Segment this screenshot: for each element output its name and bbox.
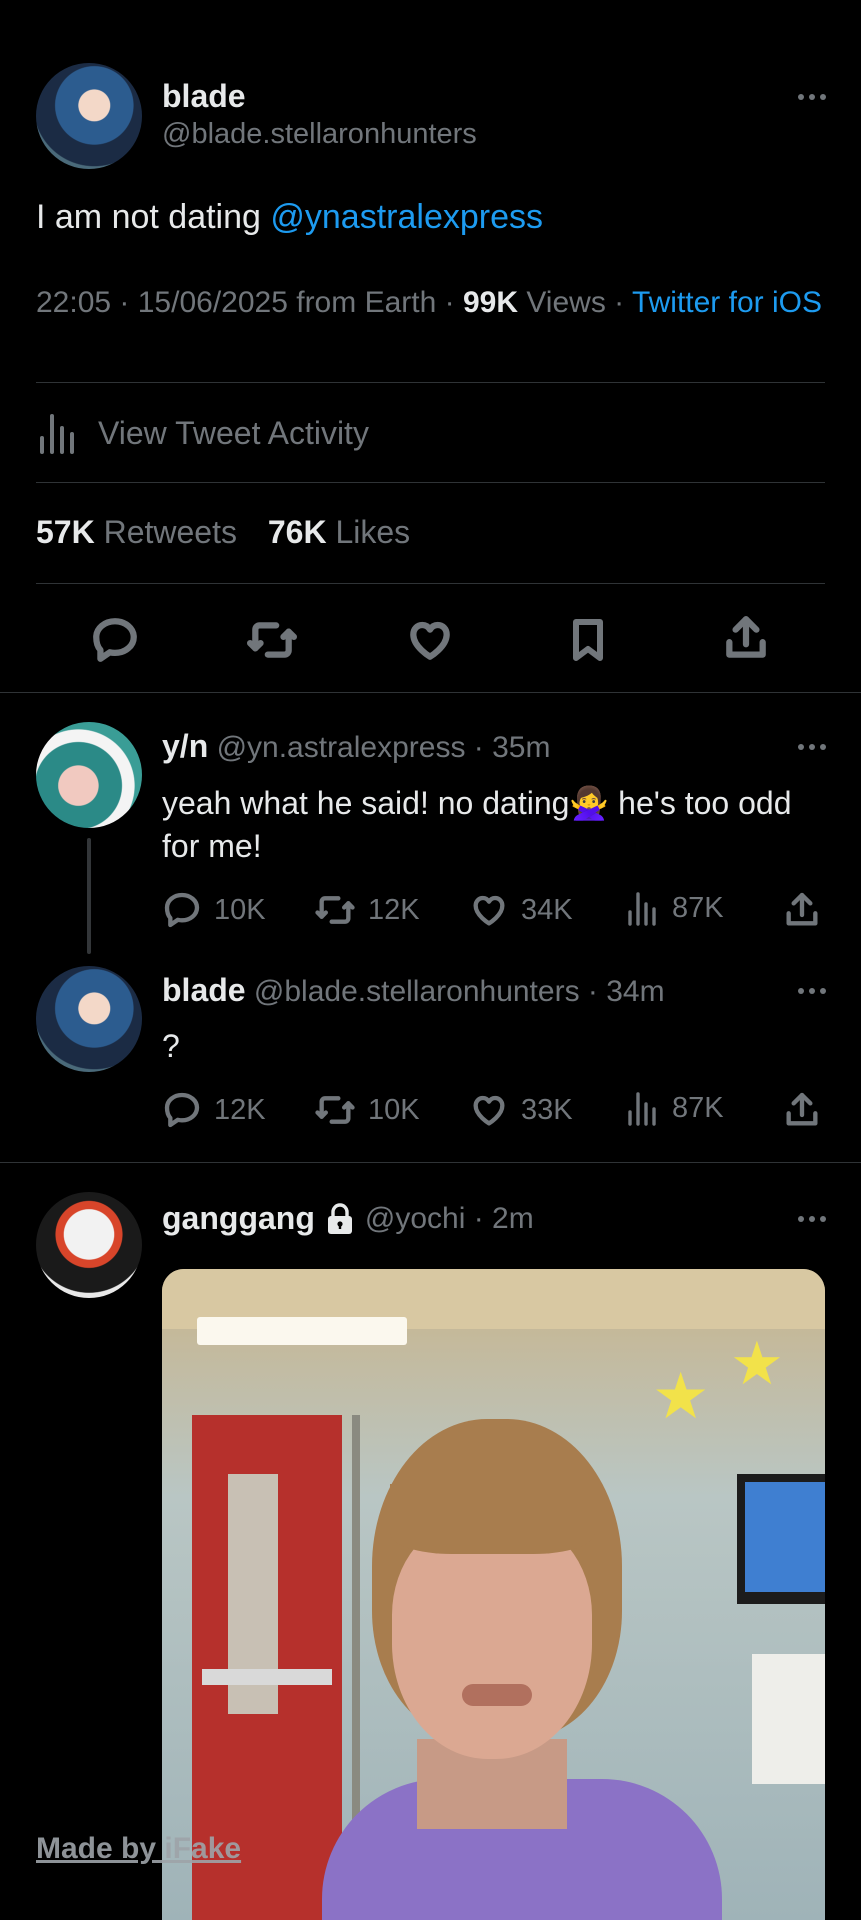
- retweet-icon[interactable]: [246, 615, 298, 665]
- handle-and-time[interactable]: @blade.stellaronhunters · 34m: [254, 975, 665, 1008]
- likes-count: 76K: [267, 514, 327, 550]
- engagement-counts: 57K Retweets 76K Likes: [36, 514, 410, 551]
- handle-and-time[interactable]: @yochi · 2m: [365, 1202, 534, 1236]
- reply-action[interactable]: 10K: [162, 890, 266, 930]
- tweet-text-body: I am not dating: [36, 198, 271, 236]
- divider: [36, 382, 825, 383]
- like-action[interactable]: 34K: [469, 890, 573, 930]
- more-options-icon[interactable]: [798, 988, 826, 994]
- reply-text: yeah what he said! no dating🙅‍♀️ he's to…: [162, 785, 792, 864]
- likes-stat[interactable]: 76K Likes: [268, 514, 410, 550]
- thread-line: [87, 838, 91, 954]
- analytics-icon: [628, 1092, 656, 1126]
- views-action[interactable]: 87K: [626, 1090, 724, 1126]
- handle[interactable]: @blade.stellaronhunters: [162, 118, 477, 151]
- like-count: 34K: [521, 893, 573, 926]
- share-icon: [786, 892, 818, 926]
- like-count: 33K: [521, 1093, 573, 1126]
- mention-link[interactable]: @ynastralexpress: [270, 198, 543, 236]
- retweets-stat[interactable]: 57K Retweets: [36, 514, 237, 550]
- reply-text: ?: [162, 1028, 180, 1064]
- like-icon[interactable]: [405, 615, 455, 665]
- retweets-count: 57K: [36, 514, 95, 550]
- bookmark-icon[interactable]: [564, 615, 612, 665]
- share-icon: [786, 1092, 818, 1126]
- watermark: Made by iFake: [36, 1832, 242, 1865]
- likes-label: Likes: [326, 514, 411, 550]
- tweet-time: 22:05: [36, 286, 112, 319]
- divider: [0, 692, 861, 693]
- display-name[interactable]: blade: [162, 78, 246, 115]
- more-options-icon[interactable]: [798, 744, 826, 750]
- retweet-action[interactable]: 10K: [314, 1090, 420, 1130]
- view-activity-label: View Tweet Activity: [98, 414, 369, 451]
- avatar[interactable]: [36, 966, 142, 1072]
- views-action[interactable]: 87K: [626, 890, 724, 926]
- avatar[interactable]: [36, 63, 142, 169]
- display-name[interactable]: y/n: [162, 728, 208, 764]
- more-options-icon[interactable]: [798, 94, 826, 100]
- avatar[interactable]: [36, 1192, 142, 1298]
- divider: [36, 583, 825, 584]
- analytics-icon: [40, 414, 74, 454]
- display-name[interactable]: blade: [162, 972, 246, 1008]
- views-count: 87K: [672, 891, 724, 924]
- tweet-meta: 22:05 · 15/06/2025 from Earth · 99K View…: [36, 286, 822, 319]
- tweet-header: ganggang @yochi · 2m: [162, 1200, 534, 1237]
- reply-icon[interactable]: [90, 615, 140, 665]
- avatar[interactable]: [36, 722, 142, 828]
- share-icon[interactable]: [721, 613, 771, 663]
- retweet-count: 12K: [368, 893, 420, 926]
- retweet-action[interactable]: 12K: [314, 890, 420, 930]
- retweet-count: 10K: [368, 1093, 420, 1126]
- reply-icon: [164, 892, 200, 928]
- retweet-icon: [315, 1096, 355, 1124]
- reply-header: blade @blade.stellaronhunters · 34m: [162, 972, 665, 1009]
- like-icon: [473, 1095, 505, 1126]
- like-icon: [473, 895, 505, 926]
- client-link[interactable]: Twitter for iOS: [632, 286, 822, 319]
- reply-count: 10K: [214, 893, 266, 926]
- analytics-icon: [628, 892, 656, 926]
- share-action[interactable]: [782, 890, 822, 930]
- divider: [0, 1162, 861, 1163]
- retweet-icon: [315, 896, 355, 924]
- reply-count: 12K: [214, 1093, 266, 1126]
- display-name[interactable]: ganggang: [162, 1200, 315, 1237]
- handle-and-time[interactable]: @yn.astralexpress · 35m: [217, 731, 551, 764]
- views-count: 87K: [672, 1091, 724, 1124]
- more-options-icon[interactable]: [798, 1216, 826, 1222]
- reply-action[interactable]: 12K: [162, 1090, 266, 1130]
- tweet-date: 15/06/2025 from Earth: [137, 286, 437, 319]
- divider: [36, 482, 825, 483]
- tweet-text: I am not dating @ynastralexpress: [36, 198, 543, 237]
- share-action[interactable]: [782, 1090, 822, 1130]
- action-bar: [0, 612, 861, 668]
- views-count: 99K: [462, 286, 518, 319]
- lock-icon: [327, 1202, 352, 1234]
- like-action[interactable]: 33K: [469, 1090, 573, 1130]
- view-activity-row[interactable]: View Tweet Activity: [36, 412, 369, 454]
- reply-header: y/n @yn.astralexpress · 35m: [162, 728, 550, 765]
- views-label: Views: [518, 286, 606, 319]
- reply-icon: [164, 1092, 200, 1128]
- media-image[interactable]: ★ ★: [162, 1269, 825, 1920]
- retweets-label: Retweets: [94, 514, 237, 550]
